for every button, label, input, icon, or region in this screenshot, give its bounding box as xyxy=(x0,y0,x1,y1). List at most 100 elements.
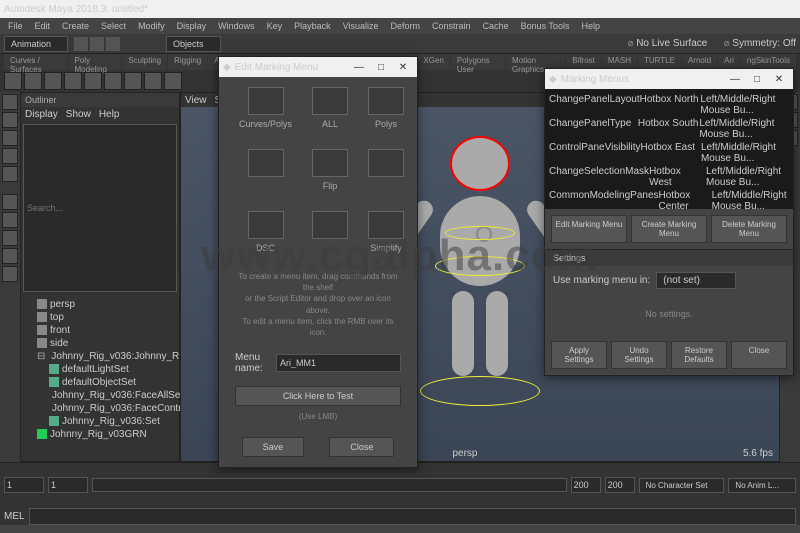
menu-help[interactable]: Help xyxy=(581,21,600,31)
shelf-tab[interactable]: Rigging xyxy=(168,54,207,70)
shelf-icon[interactable] xyxy=(24,72,42,90)
list-row[interactable]: ChangePanelLayoutHotbox NorthLeft/Middle… xyxy=(549,93,789,117)
layout-icon[interactable] xyxy=(2,230,18,246)
mm-slot-s[interactable] xyxy=(312,211,348,253)
shelf-icon[interactable] xyxy=(164,72,182,90)
tree-item[interactable]: top xyxy=(25,311,175,324)
delete-mm-button[interactable]: Delete Marking Menu xyxy=(711,215,787,243)
shelf-icon[interactable] xyxy=(124,72,142,90)
shelf-icon[interactable] xyxy=(144,72,162,90)
outliner-menu-show[interactable]: Show xyxy=(66,109,91,120)
outliner-search[interactable] xyxy=(23,124,177,292)
tree-item[interactable]: front xyxy=(25,324,175,337)
tree-item[interactable]: Johnny_Rig_v036:FaceAllSet xyxy=(25,389,175,402)
list-row[interactable]: ChangeSelectionMaskHotbox WestLeft/Middl… xyxy=(549,165,789,189)
menu-constrain[interactable]: Constrain xyxy=(432,21,471,31)
layout-icon[interactable] xyxy=(2,266,18,282)
scale-tool-icon[interactable] xyxy=(2,166,18,182)
menu-visualize[interactable]: Visualize xyxy=(343,21,379,31)
close-icon[interactable]: ✕ xyxy=(393,62,413,73)
char-set-dropdown[interactable]: No Character Set xyxy=(639,478,725,493)
menu-display[interactable]: Display xyxy=(177,21,207,31)
mm-slot-e[interactable] xyxy=(368,149,404,191)
character-mesh[interactable] xyxy=(410,136,550,396)
maximize-icon[interactable]: □ xyxy=(747,74,767,85)
layout-icon[interactable] xyxy=(2,212,18,228)
menu-edit[interactable]: Edit xyxy=(35,21,51,31)
tree-item[interactable]: Johnny_Rig_v03GRN xyxy=(25,428,175,441)
shelf-tab[interactable]: Sculpting xyxy=(122,54,167,70)
menu-windows[interactable]: Windows xyxy=(218,21,255,31)
close-button[interactable]: Close xyxy=(329,437,394,457)
menu-name-input[interactable] xyxy=(276,354,401,372)
shelf-icon[interactable] xyxy=(4,72,22,90)
menu-bonus[interactable]: Bonus Tools xyxy=(521,21,570,31)
menu-cache[interactable]: Cache xyxy=(483,21,509,31)
move-tool-icon[interactable] xyxy=(2,130,18,146)
layout-icon[interactable] xyxy=(2,194,18,210)
tree-item[interactable]: ⊟Johnny_Rig_v036:Johnny_RIG xyxy=(25,350,175,363)
mm-slot-c[interactable]: Flip xyxy=(312,149,348,191)
maximize-icon[interactable]: □ xyxy=(371,62,391,73)
play-start[interactable] xyxy=(48,477,88,493)
tool-icon[interactable] xyxy=(90,37,104,51)
marking-menu-list[interactable]: ChangePanelLayoutHotbox NorthLeft/Middle… xyxy=(545,89,793,209)
tree-item[interactable]: Johnny_Rig_v036:Set xyxy=(25,415,175,428)
layout-icon[interactable] xyxy=(2,248,18,264)
create-mm-button[interactable]: Create Marking Menu xyxy=(631,215,707,243)
tree-item[interactable]: Johnny_Rig_v036:FaceControlSet xyxy=(25,402,175,415)
shelf-tab[interactable]: XGen xyxy=(417,54,449,70)
range-end[interactable] xyxy=(605,477,635,493)
shelf-icon[interactable] xyxy=(84,72,102,90)
minimize-icon[interactable]: — xyxy=(349,62,369,73)
shelf-icon[interactable] xyxy=(64,72,82,90)
sel-mode-dropdown[interactable]: Objects xyxy=(166,36,221,52)
menu-key[interactable]: Key xyxy=(267,21,283,31)
select-tool-icon[interactable] xyxy=(2,94,18,110)
close-button[interactable]: Close xyxy=(731,341,787,369)
mm-slot-w[interactable] xyxy=(239,149,292,191)
range-start[interactable] xyxy=(4,477,44,493)
tree-item[interactable]: side xyxy=(25,337,175,350)
shelf-tab[interactable]: Polygons User xyxy=(451,54,505,70)
undo-button[interactable]: Undo Settings xyxy=(611,341,667,369)
anim-layer-dropdown[interactable]: No Anim L... xyxy=(728,478,796,493)
save-button[interactable]: Save xyxy=(242,437,305,457)
menu-create[interactable]: Create xyxy=(62,21,89,31)
minimize-icon[interactable]: — xyxy=(725,74,745,85)
menu-playback[interactable]: Playback xyxy=(294,21,331,31)
outliner-menu-display[interactable]: Display xyxy=(25,109,58,120)
list-row[interactable]: ChangePanelTypeHotbox SouthLeft/Middle/R… xyxy=(549,117,789,141)
edit-mm-button[interactable]: Edit Marking Menu xyxy=(551,215,627,243)
mm-slot-se[interactable]: Simplify xyxy=(368,211,404,253)
test-button[interactable]: Click Here to Test xyxy=(235,386,401,406)
list-row[interactable]: ControlPaneVisibilityHotbox EastLeft/Mid… xyxy=(549,141,789,165)
outliner-menu-help[interactable]: Help xyxy=(99,109,120,120)
vp-menu-view[interactable]: View xyxy=(185,95,207,106)
list-row[interactable]: CommonModelingPanesHotbox CenterLeft/Mid… xyxy=(549,189,789,209)
mm-slot-nw[interactable]: Curves/Polys xyxy=(239,87,292,129)
tool-icon[interactable] xyxy=(106,37,120,51)
use-mm-dropdown[interactable]: (not set) xyxy=(656,272,736,289)
tree-item[interactable]: defaultObjectSet xyxy=(25,376,175,389)
shelf-icon[interactable] xyxy=(104,72,122,90)
tree-item[interactable]: defaultLightSet xyxy=(25,363,175,376)
mm-slot-ne[interactable]: Polys xyxy=(368,87,404,129)
tool-icon[interactable] xyxy=(74,37,88,51)
menu-file[interactable]: File xyxy=(8,21,23,31)
lasso-tool-icon[interactable] xyxy=(2,112,18,128)
mm-slot-n[interactable]: ALL xyxy=(312,87,348,129)
command-input[interactable] xyxy=(29,508,796,525)
rotate-tool-icon[interactable] xyxy=(2,148,18,164)
workspace-dropdown[interactable]: Animation xyxy=(4,36,68,52)
restore-button[interactable]: Restore Defaults xyxy=(671,341,727,369)
menu-deform[interactable]: Deform xyxy=(391,21,421,31)
time-track[interactable] xyxy=(92,478,567,492)
play-end[interactable] xyxy=(571,477,601,493)
menu-modify[interactable]: Modify xyxy=(138,21,165,31)
tree-item[interactable]: persp xyxy=(25,298,175,311)
shelf-icon[interactable] xyxy=(44,72,62,90)
shelf-tab[interactable]: Curves / Surfaces xyxy=(4,54,68,70)
shelf-tab[interactable]: Poly Modeling xyxy=(69,54,122,70)
apply-button[interactable]: Apply Settings xyxy=(551,341,607,369)
